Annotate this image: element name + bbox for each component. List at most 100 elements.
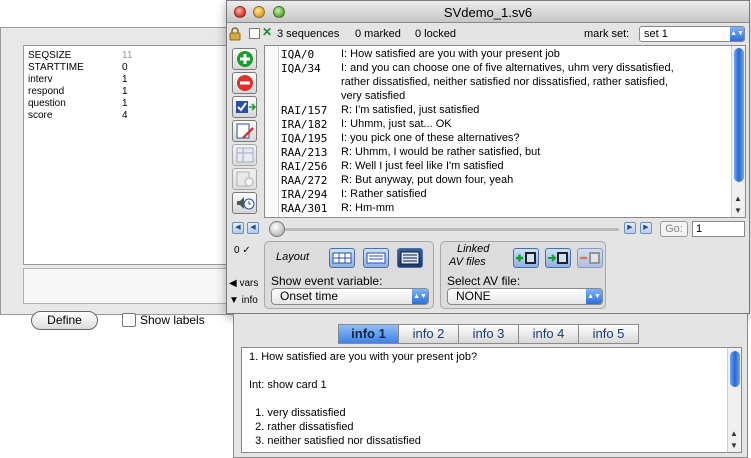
tab-info-3[interactable]: info 3 bbox=[458, 324, 519, 344]
sequence-text: I: Uhmm, just sat... OK bbox=[341, 118, 452, 130]
tab-info-4[interactable]: info 4 bbox=[518, 324, 579, 344]
define-button[interactable]: Define bbox=[31, 311, 98, 330]
tab-info-2[interactable]: info 2 bbox=[398, 324, 459, 344]
av-file-value: NONE bbox=[456, 289, 491, 303]
grid-layout-icon bbox=[332, 252, 352, 264]
previous-sequence-icon[interactable]: ◀ bbox=[247, 222, 259, 234]
remove-film-icon bbox=[580, 252, 600, 264]
av-title-line1: Linked bbox=[457, 243, 490, 255]
link-av-file-button[interactable] bbox=[545, 248, 571, 268]
variable-definition-area[interactable] bbox=[23, 268, 251, 304]
info-toggle[interactable]: ▼ info bbox=[229, 295, 258, 306]
scroll-thumb[interactable] bbox=[730, 351, 740, 387]
sequence-slider-track[interactable] bbox=[273, 228, 619, 231]
sequence-text: very satisfied bbox=[341, 90, 406, 102]
info-line: 2. rather dissatisfied bbox=[249, 421, 354, 433]
variable-value: 0 bbox=[122, 62, 128, 73]
scroll-down-icon[interactable]: ▼ bbox=[730, 441, 738, 450]
variable-name: SEQSIZE bbox=[28, 50, 72, 61]
check-count: 0 ✓ bbox=[234, 245, 251, 256]
title-bar[interactable]: SVdemo_1.sv6 bbox=[227, 1, 749, 23]
sequence-list-scrollbar[interactable]: ▲ ▼ bbox=[731, 46, 745, 217]
marked-count: 0 marked bbox=[355, 28, 401, 40]
chevron-down-icon: ▲▼ bbox=[586, 289, 602, 304]
speaker-clock-icon bbox=[237, 197, 255, 210]
sequence-id: IQA/195 bbox=[281, 132, 328, 145]
columns-layout-icon bbox=[366, 252, 386, 264]
last-sequence-icon[interactable]: ▶ bbox=[640, 222, 652, 234]
minus-icon bbox=[237, 75, 253, 91]
go-sequence-field[interactable]: 1 bbox=[692, 221, 745, 237]
av-file-label: Select AV file: bbox=[447, 274, 521, 288]
list-gutter bbox=[265, 46, 279, 217]
add-film-icon bbox=[516, 252, 536, 264]
show-labels-label: Show labels bbox=[140, 313, 205, 327]
info-line: 1. How satisfied are you with your prese… bbox=[249, 351, 478, 363]
sequence-id: IQA/34 bbox=[281, 62, 321, 75]
navigation-row: ◀ ◀ ▶ ▶ Go: 1 bbox=[227, 220, 749, 238]
show-labels-checkbox[interactable] bbox=[122, 313, 136, 327]
sequence-text: I: How satisfied are you with your prese… bbox=[341, 48, 560, 60]
timer-button[interactable] bbox=[232, 168, 257, 190]
layout-grid-button[interactable] bbox=[329, 248, 355, 268]
remove-av-file-button[interactable] bbox=[577, 248, 603, 268]
remove-sequence-button[interactable] bbox=[232, 72, 257, 94]
sequence-id: IRA/294 bbox=[281, 188, 328, 201]
chevron-down-icon: ▲▼ bbox=[412, 289, 428, 304]
first-sequence-icon[interactable]: ◀ bbox=[232, 222, 244, 234]
sequence-id: RAI/157 bbox=[281, 104, 328, 117]
go-button[interactable]: Go: bbox=[660, 221, 688, 237]
variable-name: respond bbox=[28, 86, 65, 97]
variable-value: 1 bbox=[122, 74, 128, 85]
arrow-film-icon bbox=[548, 252, 568, 264]
edit-doc-icon bbox=[236, 123, 254, 139]
vars-toggle[interactable]: ◀ vars bbox=[229, 278, 258, 289]
plus-icon bbox=[237, 51, 253, 67]
add-av-file-button[interactable] bbox=[513, 248, 539, 268]
av-file-select[interactable]: NONE ▲▼ bbox=[447, 288, 603, 305]
event-variable-select[interactable]: Onset time ▲▼ bbox=[271, 288, 429, 305]
sequence-list[interactable]: IQA/0 I: How satisfied are you with your … bbox=[264, 45, 746, 218]
info-text-area[interactable]: 1. How satisfied are you with your prese… bbox=[241, 347, 742, 453]
sequence-slider-knob[interactable] bbox=[269, 221, 285, 237]
variables-window: SEQSIZE 11 STARTTIME 0 interv 1 respond 1 questi… bbox=[0, 27, 251, 330]
scroll-up-icon[interactable]: ▲ bbox=[730, 429, 738, 438]
sequence-id: IQA/0 bbox=[281, 48, 315, 61]
mark-set-value: set 1 bbox=[644, 28, 668, 40]
scroll-up-icon[interactable]: ▲ bbox=[734, 194, 742, 203]
info-line: 1. very dissatisfied bbox=[249, 407, 346, 419]
add-sequence-button[interactable] bbox=[232, 48, 257, 70]
scroll-down-icon[interactable]: ▼ bbox=[734, 206, 742, 215]
layout-columns-button[interactable] bbox=[363, 248, 389, 268]
edit-sequence-button[interactable] bbox=[232, 120, 257, 142]
sequence-text: R: But anyway, put down four, yeah bbox=[341, 174, 514, 186]
lock-icon[interactable] bbox=[229, 27, 241, 41]
variable-value: 4 bbox=[122, 110, 128, 121]
layout-title: Layout bbox=[276, 251, 310, 263]
tab-info-5[interactable]: info 5 bbox=[578, 324, 639, 344]
info-scrollbar[interactable]: ▲ ▼ bbox=[727, 348, 741, 452]
sequence-window: SVdemo_1.sv6 ✕ 3 sequences 0 marked 0 lo… bbox=[226, 0, 750, 314]
layout-panel: Layout Show event variable: Onset time ▲… bbox=[264, 241, 434, 309]
linked-av-panel: Linked AV files Select AV file: NONE ▲▼ bbox=[440, 241, 606, 309]
mark-set-select[interactable]: set 1 ▲▼ bbox=[639, 26, 745, 42]
event-variable-label: Show event variable: bbox=[271, 274, 383, 288]
status-bar: ✕ 3 sequences 0 marked 0 locked mark set… bbox=[227, 24, 749, 44]
check-code-button[interactable] bbox=[232, 96, 257, 118]
sequence-text: rather dissatisfied, neither satisfied n… bbox=[341, 76, 669, 88]
clock-doc-icon bbox=[236, 171, 254, 187]
variable-value: 1 bbox=[122, 98, 128, 109]
layout-list-button[interactable] bbox=[397, 248, 423, 268]
variables-table[interactable]: SEQSIZE 11 STARTTIME 0 interv 1 respond 1 questi… bbox=[23, 45, 251, 265]
sequence-id: RAA/213 bbox=[281, 146, 328, 159]
variable-name: score bbox=[28, 110, 53, 121]
tab-info-1[interactable]: info 1 bbox=[338, 324, 399, 344]
audio-clock-button[interactable] bbox=[232, 192, 257, 214]
scroll-thumb[interactable] bbox=[734, 48, 744, 182]
next-sequence-icon[interactable]: ▶ bbox=[624, 222, 636, 234]
definitions-button[interactable] bbox=[232, 144, 257, 166]
select-checkbox[interactable] bbox=[249, 28, 260, 39]
sequence-text: R: Uhmm, I would be rather satisfied, bu… bbox=[341, 146, 541, 158]
checkmark-x-icon: ✕ bbox=[262, 25, 273, 39]
av-title-line2: AV files bbox=[449, 256, 486, 268]
